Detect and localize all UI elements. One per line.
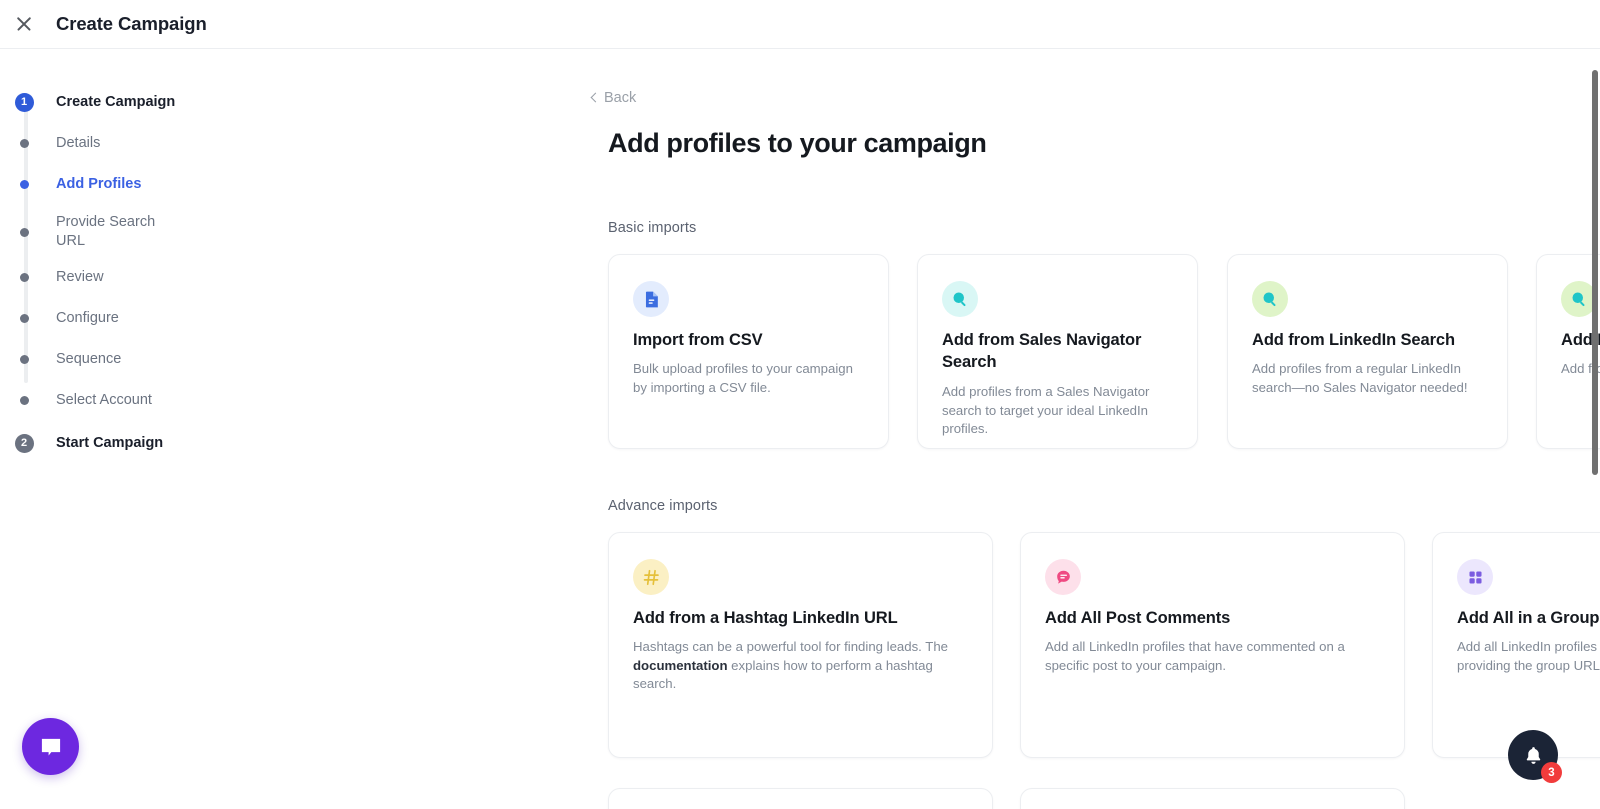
step-dot-icon (12, 227, 36, 237)
card-title: Add from LinkedIn Search (1252, 331, 1455, 349)
sidebar-item-label: Create Campaign (56, 93, 176, 110)
chat-bubble-icon (41, 738, 60, 756)
documentation-link[interactable]: documentation (633, 658, 728, 673)
card-add-from-sales-navigator-search[interactable]: Add from Sales Navigator Search Add prof… (917, 254, 1198, 449)
step-dot-icon (12, 179, 36, 189)
card-title: Import from CSV (633, 331, 763, 349)
card-title: Add from a Hashtag LinkedIn URL (633, 609, 898, 627)
chat-widget-button[interactable] (22, 718, 79, 775)
step-dot-icon (12, 313, 36, 323)
sidebar-item-label: Provide Search URL (56, 214, 156, 249)
page-title: Add profiles to your campaign (608, 128, 987, 158)
card-title: Add All in a Group (1457, 609, 1600, 627)
card-add-from-linkedin-search[interactable]: Add from LinkedIn Search Add profiles fr… (1227, 254, 1508, 449)
card-partial-left[interactable] (608, 788, 993, 809)
card-description: Hashtags can be a powerful tool for find… (633, 638, 972, 694)
sidebar-item-provide-search-url[interactable]: Provide Search URL (0, 210, 300, 254)
sidebar-item-add-profiles[interactable]: Add Profiles (0, 169, 300, 199)
comment-icon (1045, 559, 1081, 595)
sidebar-item-details[interactable]: Details (0, 128, 300, 158)
sidebar-item-label: Configure (56, 309, 119, 326)
sidebar-item-label: Sequence (56, 350, 122, 367)
section-label-advance-imports: Advance imports (608, 498, 718, 514)
vertical-scrollbar[interactable] (1592, 70, 1598, 475)
sidebar-item-create-campaign[interactable]: 1 Create Campaign (0, 87, 300, 117)
step-number-icon: 1 (12, 92, 36, 112)
sidebar-item-select-account[interactable]: Select Account (0, 385, 300, 415)
window-title: Create Campaign (56, 13, 207, 34)
step-dot-icon (12, 354, 36, 364)
hashtag-icon (633, 559, 669, 595)
card-description: Bulk upload profiles to your campaign by… (633, 361, 853, 395)
card-description: Add all LinkedIn profiles from a group y… (1457, 639, 1600, 673)
notifications-button[interactable]: 3 (1508, 730, 1562, 783)
card-title: Add from Sales Navigator Search (942, 331, 1142, 371)
sidebar-item-review[interactable]: Review (0, 262, 300, 292)
search-icon (942, 281, 978, 317)
card-add-from-hashtag-linkedin-url[interactable]: Add from a Hashtag LinkedIn URL Hashtags… (608, 532, 993, 758)
sidebar-item-configure[interactable]: Configure (0, 303, 300, 333)
card-import-from-csv[interactable]: Import from CSV Bulk upload profiles to … (608, 254, 889, 449)
window-header: Create Campaign (0, 0, 1600, 49)
card-description-part-1: Hashtags can be a powerful tool for find… (633, 639, 948, 654)
sidebar-item-label: Review (56, 268, 104, 285)
sidebar-item-label: Details (56, 134, 101, 151)
step-number-icon: 2 (12, 433, 36, 453)
chevron-left-icon (590, 92, 601, 103)
step-list: 1 Create Campaign Details Add Profiles P… (0, 49, 300, 458)
card-add-all-post-comments[interactable]: Add All Post Comments Add all LinkedIn p… (1020, 532, 1405, 758)
step-dot-icon (12, 138, 36, 148)
step-dot-icon (12, 395, 36, 405)
sidebar-item-label: Select Account (56, 391, 152, 408)
close-icon[interactable] (14, 14, 34, 34)
section-label-basic-imports: Basic imports (608, 220, 697, 236)
card-description: Add profiles from a regular LinkedIn sea… (1252, 361, 1468, 395)
search-icon (1252, 281, 1288, 317)
notification-count-badge: 3 (1541, 762, 1562, 783)
sidebar-item-start-campaign[interactable]: 2 Start Campaign (0, 428, 300, 458)
bell-icon (1526, 746, 1540, 764)
step-dot-icon (12, 272, 36, 282)
card-description: Add profiles from a Sales Navigator sear… (942, 384, 1150, 436)
card-add-all-in-a-group[interactable]: Add All in a Group Add all LinkedIn prof… (1432, 532, 1600, 758)
sidebar-item-label: Add Profiles (56, 175, 142, 192)
grid-group-icon (1457, 559, 1493, 595)
wizard-sidebar: 1 Create Campaign Details Add Profiles P… (0, 49, 300, 809)
card-add-lookalike-prospects[interactable]: New Feature Add Lookalike prospects Add … (1536, 254, 1600, 449)
card-title: Add All Post Comments (1045, 609, 1231, 627)
card-partial-right[interactable] (1020, 788, 1405, 809)
card-description: Add all LinkedIn profiles that have comm… (1045, 639, 1345, 673)
back-label: Back (604, 90, 637, 106)
document-csv-icon (633, 281, 669, 317)
sidebar-item-label: Start Campaign (56, 434, 164, 451)
back-button[interactable]: Back (590, 90, 637, 106)
sidebar-item-sequence[interactable]: Sequence (0, 344, 300, 374)
main-content: Back Add profiles to your campaign Basic… (300, 49, 1600, 809)
